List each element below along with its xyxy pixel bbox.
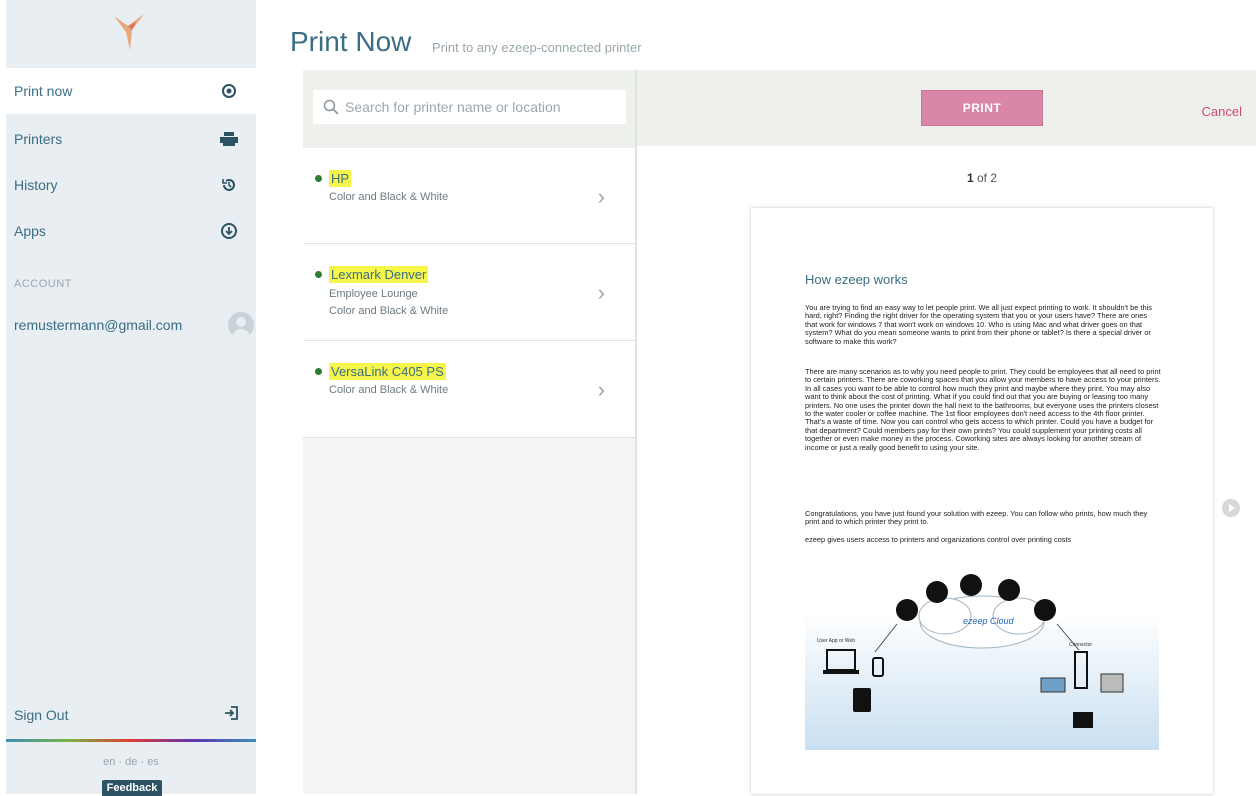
search-placeholder: Search for printer name or location: [345, 99, 561, 115]
online-status-dot: [315, 175, 322, 182]
document-paragraph: ezeep gives users access to printers and…: [805, 535, 1072, 544]
sign-out-label: Sign Out: [14, 706, 69, 723]
printer-list-panel: Search for printer name or location HP C…: [303, 70, 637, 794]
online-status-dot: [315, 368, 322, 375]
printer-name: Lexmark Denver: [315, 266, 429, 283]
divider: [6, 739, 256, 742]
ezeep-diagram: ezeep Cloud User App or Web Connector: [805, 552, 1159, 750]
sign-out-icon: [224, 706, 238, 723]
search-bar: Search for printer name or location: [303, 70, 635, 148]
account-section-label: ACCOUNT: [14, 278, 72, 290]
language-switcher[interactable]: en · de · es: [6, 756, 256, 768]
nav-print-now-label: Print now: [14, 83, 73, 99]
download-icon: [220, 222, 238, 240]
printer-item-versalink[interactable]: VersaLink C405 PS Color and Black & Whit…: [303, 341, 635, 438]
printer-location: Employee Lounge: [329, 288, 418, 300]
page-indicator: 1 of 2: [966, 171, 998, 185]
target-icon: [220, 82, 238, 100]
sidebar: Print now Printers History Apps ACCOUNT …: [6, 0, 256, 796]
cancel-link[interactable]: Cancel: [1202, 104, 1242, 119]
printer-icon: [220, 130, 238, 148]
preview-toolbar: PRINT Cancel: [637, 70, 1256, 146]
printer-item-lexmark-denver[interactable]: Lexmark Denver Employee Lounge Color and…: [303, 244, 635, 341]
user-app-label: User App or Web: [817, 638, 855, 644]
page-title: Print Now: [290, 26, 412, 57]
nav-printers[interactable]: Printers: [6, 116, 256, 162]
account-row[interactable]: remustermann@gmail.com: [14, 312, 254, 338]
chevron-right-icon: ›: [597, 184, 605, 209]
nav-history-label: History: [14, 177, 58, 193]
document-title: How ezeep works: [805, 272, 908, 287]
chevron-right-icon: ›: [597, 377, 605, 402]
printer-name: VersaLink C405 PS: [315, 363, 446, 380]
logo-area: [6, 0, 256, 68]
printer-item-hp[interactable]: HP Color and Black & White ›: [303, 148, 635, 244]
avatar[interactable]: [228, 312, 254, 338]
printer-name: HP: [315, 170, 352, 187]
nav-history[interactable]: History: [6, 162, 256, 208]
document-paragraph: Congratulations, you have just found you…: [805, 509, 1148, 527]
nav-printers-label: Printers: [14, 131, 63, 147]
printer-detail: Color and Black & White: [329, 191, 449, 203]
printer-detail: Color and Black & White: [329, 384, 449, 396]
document-preview: How ezeep works You are trying to find a…: [751, 208, 1213, 794]
printer-detail: Color and Black & White: [329, 305, 449, 317]
online-status-dot: [315, 271, 322, 278]
hummingbird-logo: [114, 14, 144, 50]
next-page-button[interactable]: [1222, 499, 1240, 517]
history-icon: [220, 176, 238, 194]
account-email: remustermann@gmail.com: [14, 317, 183, 333]
search-icon: [323, 99, 339, 115]
nav-apps-label: Apps: [14, 223, 46, 239]
chevron-right-icon: ›: [597, 280, 605, 305]
print-button[interactable]: PRINT: [921, 90, 1043, 126]
nav-print-now[interactable]: Print now: [6, 68, 256, 114]
page-subtitle: Print to any ezeep-connected printer: [432, 40, 642, 55]
search-input[interactable]: Search for printer name or location: [313, 90, 626, 124]
document-paragraph: There are many scenarios as to why you n…: [805, 367, 1161, 452]
sign-out-button[interactable]: Sign Out: [14, 706, 238, 723]
document-paragraph: You are trying to find an easy way to le…: [805, 303, 1152, 346]
cloud-label: ezeep Cloud: [963, 616, 1015, 626]
nav-apps[interactable]: Apps: [6, 208, 256, 254]
